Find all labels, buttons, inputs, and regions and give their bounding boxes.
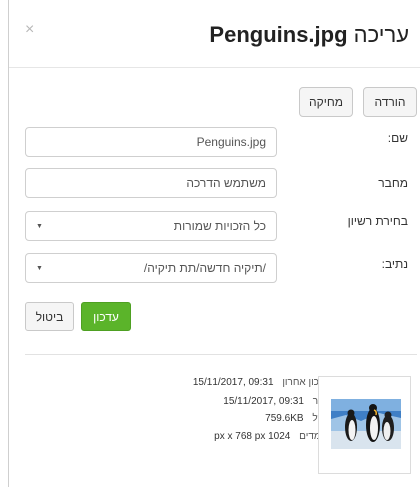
divider xyxy=(25,354,417,355)
dialog-title-prefix: עריכה xyxy=(353,22,409,47)
size-value: 759.6KB xyxy=(265,413,304,424)
chevron-down-icon: ▼ xyxy=(36,222,43,230)
penguins-image xyxy=(331,399,401,449)
author-field[interactable]: משתמש הדרכה xyxy=(25,168,277,198)
dimensions-value: 1024 px x 768 px xyxy=(214,431,291,442)
chevron-down-icon: ▼ xyxy=(36,264,43,272)
update-button[interactable]: עדכון xyxy=(81,302,131,331)
license-label: בחירת רשיון xyxy=(347,214,408,228)
license-select[interactable]: כל הזכויות שמורות ▼ xyxy=(25,211,277,241)
dialog-title-filename: Penguins.jpg xyxy=(209,22,348,47)
dialog-header: × עריכה Penguins.jpg xyxy=(9,0,420,68)
close-icon[interactable]: × xyxy=(25,22,34,38)
path-label: נתיב: xyxy=(381,257,408,271)
path-select[interactable]: /תיקיה חדשה/תת תיקיה/ ▼ xyxy=(25,253,277,283)
author-field-value: משתמש הדרכה xyxy=(186,176,266,190)
download-button[interactable]: הורדה xyxy=(363,87,417,117)
edit-file-dialog: × עריכה Penguins.jpg הורדה מחיקה שם: Pen… xyxy=(8,0,420,487)
author-label: מחבר xyxy=(378,176,408,190)
name-field[interactable]: Penguins.jpg xyxy=(25,127,277,157)
name-field-value: Penguins.jpg xyxy=(196,135,266,149)
modified-info: עדכון אחרון 09:31 ,15/11/2017 xyxy=(193,377,330,388)
created-value: 09:31 ,15/11/2017 xyxy=(223,396,304,407)
name-label: שם: xyxy=(387,131,408,145)
modified-value: 09:31 ,15/11/2017 xyxy=(192,377,274,388)
dialog-title: עריכה Penguins.jpg xyxy=(209,22,409,48)
license-select-value: כל הזכויות שמורות xyxy=(173,219,266,233)
path-select-value: /תיקיה חדשה/תת תיקיה/ xyxy=(143,261,266,275)
image-thumbnail xyxy=(318,376,411,474)
cancel-button[interactable]: ביטול xyxy=(25,302,74,331)
delete-button[interactable]: מחיקה xyxy=(299,87,353,117)
dimensions-info: מימדים 1024 px x 768 px xyxy=(214,431,330,442)
created-info: נוצר 09:31 ,15/11/2017 xyxy=(223,396,330,407)
